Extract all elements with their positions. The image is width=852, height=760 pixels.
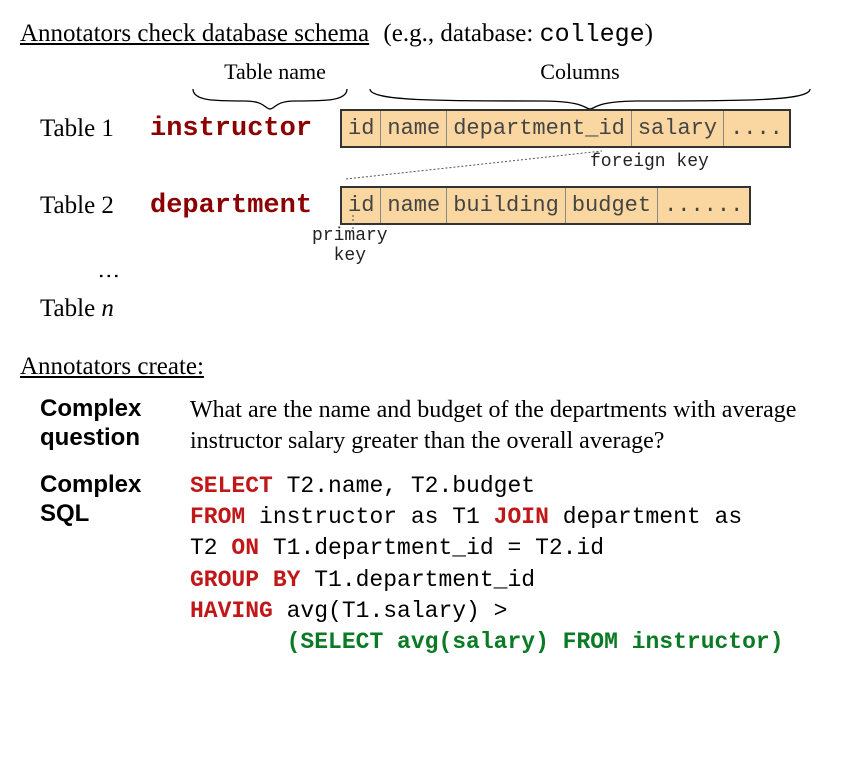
primary-key-label: primary key bbox=[312, 227, 388, 267]
header-line: Annotators check database schema (e.g., … bbox=[20, 20, 832, 49]
brace-labels-row: Table name Columns bbox=[20, 59, 832, 109]
table-label-1: Table 1 bbox=[40, 115, 150, 143]
table-cols-2: id name building budget ...... bbox=[340, 186, 751, 225]
col-cell: name bbox=[381, 111, 447, 146]
table-name-2: department bbox=[150, 191, 340, 221]
complex-sql-label: Complex SQL bbox=[40, 471, 190, 657]
table-name-label: Table name bbox=[190, 59, 360, 85]
table-name-1: instructor bbox=[150, 114, 340, 144]
create-heading: Annotators create: bbox=[20, 353, 832, 381]
columns-label: Columns bbox=[490, 59, 670, 85]
col-cell: ...... bbox=[658, 188, 749, 223]
table-n-label: Table n bbox=[40, 295, 832, 323]
schema-heading: Annotators check database schema bbox=[20, 20, 369, 47]
col-cell: budget bbox=[566, 188, 658, 223]
col-cell: department_id bbox=[447, 111, 632, 146]
complex-question-row: Complex question What are the name and b… bbox=[40, 395, 832, 457]
question-text: What are the name and budget of the depa… bbox=[190, 395, 832, 457]
col-cell: salary bbox=[632, 111, 724, 146]
col-cell: name bbox=[381, 188, 447, 223]
fk-dotted-line-icon bbox=[342, 147, 622, 181]
table-cols-1: id name department_id salary .... bbox=[340, 109, 791, 148]
table-row-1: Table 1 instructor id name department_id… bbox=[40, 109, 832, 148]
schema-area: Table 1 instructor id name department_id… bbox=[20, 109, 832, 289]
complex-sql-row: Complex SQL SELECT T2.name, T2.budget FR… bbox=[40, 471, 832, 657]
sql-code: SELECT T2.name, T2.budget FROM instructo… bbox=[190, 471, 784, 657]
col-cell: building bbox=[447, 188, 566, 223]
table-label-2: Table 2 bbox=[40, 192, 150, 220]
example-text: (e.g., database: college) bbox=[383, 20, 653, 47]
table-row-2: Table 2 department id name building budg… bbox=[40, 186, 832, 225]
col-cell: .... bbox=[724, 111, 789, 146]
vertical-dots-icon: ⋮ bbox=[96, 265, 122, 289]
complex-question-label: Complex question bbox=[40, 395, 190, 457]
col-cell: id bbox=[342, 111, 381, 146]
